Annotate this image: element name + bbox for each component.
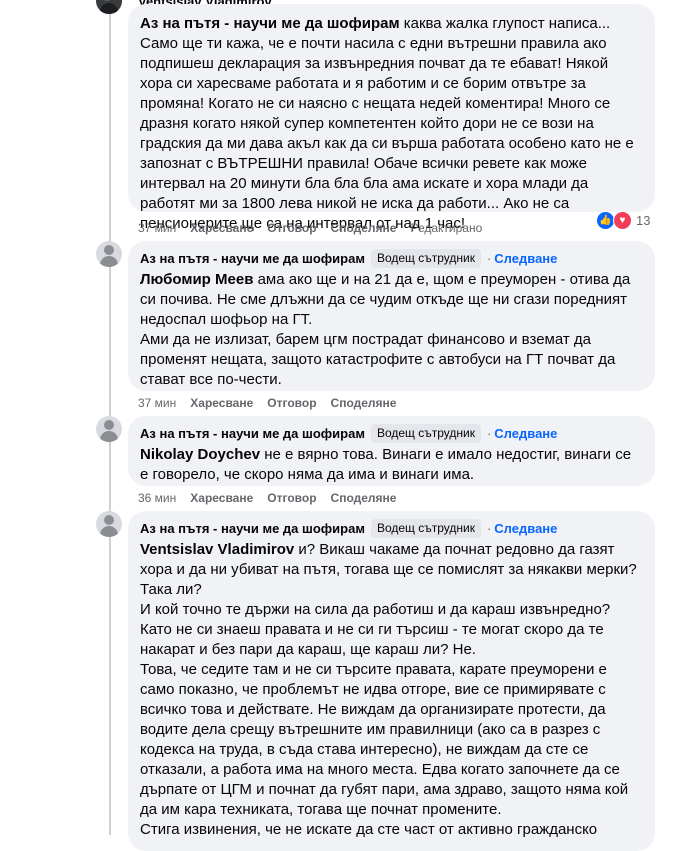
comment-bubble: Аз на пътя - научи ме да шофирам Водещ с… [128,416,655,486]
avatar[interactable] [96,416,122,442]
user-mention[interactable]: Nikolay Doychev [140,446,260,463]
reply-button[interactable]: Отговор [267,396,316,410]
avatar[interactable] [96,511,122,537]
like-button[interactable]: Харесване [190,221,253,235]
comment-actions: 37 мин Харесване Отговор Споделяне Редак… [138,221,482,235]
user-mention[interactable]: Любомир Меев [140,271,253,288]
comment-author[interactable]: Аз на пътя - научи ме да шофирам [140,250,365,267]
status-badge: Водещ сътрудник [370,519,481,538]
comment-author[interactable]: Аз на пътя - научи ме да шофирам [140,520,365,537]
follow-button[interactable]: · Следване [487,250,557,267]
comment-time[interactable]: 37 мин [138,221,176,235]
status-badge: Водещ сътрудник [370,424,481,443]
comment-header: Аз на пътя - научи ме да шофирам Водещ с… [140,424,643,443]
share-button[interactable]: Споделяне [331,396,397,410]
group-mention[interactable]: Аз на пътя - научи ме да шофирам [140,15,400,32]
comment-time[interactable]: 36 мин [138,491,176,505]
comment-actions: 37 мин Харесване Отговор Споделяне [138,396,396,410]
edited-label: Редактирано [410,221,483,235]
follow-button[interactable]: · Следване [487,425,557,442]
reply-button[interactable]: Отговор [267,221,316,235]
like-button[interactable]: Харесване [190,491,253,505]
reply-button[interactable]: Отговор [267,491,316,505]
reactions-summary[interactable]: 👍 ♥ 13 [596,211,650,230]
comment-text: Ventsislav Vladimirov и? Викаш чакаме да… [140,541,637,838]
user-mention[interactable]: Ventsislav Vladimirov [140,541,294,558]
comment-actions: 36 мин Харесване Отговор Споделяне [138,491,396,505]
comment-header: Аз на пътя - научи ме да шофирам Водещ с… [140,519,643,538]
comment-text: Аз на пътя - научи ме да шофирам каква ж… [140,15,634,232]
comment-author[interactable]: Аз на пътя - научи ме да шофирам [140,425,365,442]
love-reaction-icon: ♥ [613,211,632,230]
reaction-count: 13 [636,213,651,228]
share-button[interactable]: Споделяне [331,491,397,505]
comment-time[interactable]: 37 мин [138,396,176,410]
comment-bubble: Аз на пътя - научи ме да шофирам Водещ с… [128,511,655,851]
share-button[interactable]: Споделяне [331,221,397,235]
avatar[interactable] [96,0,122,14]
comment-header: Аз на пътя - научи ме да шофирам Водещ с… [140,249,643,268]
comment-bubble: Аз на пътя - научи ме да шофирам каква ж… [128,4,655,232]
comment-text: Nikolay Doychev не е вярно това. Винаги … [140,446,632,483]
avatar[interactable] [96,241,122,267]
comment-bubble: Аз на пътя - научи ме да шофирам Водещ с… [128,241,655,391]
status-badge: Водещ сътрудник [370,249,481,268]
follow-button[interactable]: · Следване [487,520,557,537]
comment-text: Любомир Меев ама ако ще и на 21 да е, що… [140,271,631,388]
like-button[interactable]: Харесване [190,396,253,410]
